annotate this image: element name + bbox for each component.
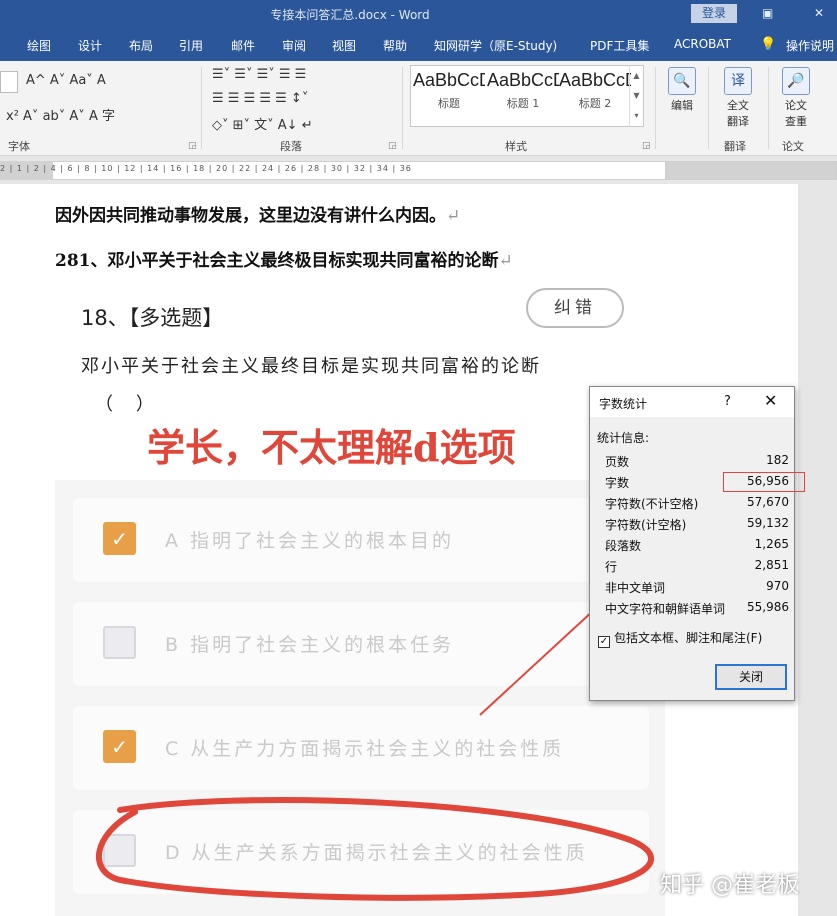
ribbon: A^ A˅ Aa˅ A x² A˅ ab˅ A˅ A 字 字体 ◲ ☰˅ ☰˅ …: [0, 61, 837, 156]
tab-pdf-tools[interactable]: PDF工具集: [590, 37, 649, 54]
checkbox-icon: [103, 626, 136, 659]
question-number: 18、【多选题】: [81, 306, 224, 330]
dialog-launcher-icon[interactable]: ◲: [388, 141, 397, 151]
tab-help[interactable]: 帮助: [383, 37, 407, 54]
stat-row: 字符数(不计空格) 57,670: [605, 495, 789, 511]
document-search-icon: 🔎: [782, 67, 810, 95]
stat-row: 行 2,851: [605, 558, 789, 574]
font-size-box[interactable]: [0, 71, 18, 93]
watermark: 知乎 @崔老板: [660, 873, 799, 898]
ribbon-divider: [201, 67, 202, 149]
para-row-2[interactable]: ☰ ☰ ☰ ☰ ☰ ↕˅: [212, 91, 308, 106]
document-heading[interactable]: 281、邓小平关于社会主义最终极目标实现共同富裕的论断↵: [55, 246, 513, 271]
translate-group-label: 翻译: [724, 140, 746, 153]
tab-estudy[interactable]: 知网研学（原E-Study): [434, 37, 557, 54]
document-paragraph[interactable]: 因外因共同推动事物发展，这里边没有讲什么内因。↵: [55, 201, 460, 226]
checkbox-icon[interactable]: ✓: [598, 636, 610, 648]
dialog-launcher-icon[interactable]: ◲: [642, 141, 651, 151]
tab-view[interactable]: 视图: [332, 37, 356, 54]
option-d: D 从生产关系方面揭示社会主义的社会性质: [73, 810, 649, 894]
tab-acrobat[interactable]: ACROBAT: [674, 37, 731, 51]
option-c: ✓ C 从生产力方面揭示社会主义的社会性质: [73, 706, 649, 790]
ribbon-divider: [768, 67, 769, 149]
question-stem: 邓小平关于社会主义最终目标是实现共同富裕的论断: [81, 356, 541, 377]
stat-row: 非中文单词 970: [605, 579, 789, 595]
style-title[interactable]: AaBbCcD 标题: [413, 70, 485, 122]
window-title: 专接本问答汇总.docx - Word: [270, 8, 430, 22]
ribbon-divider: [402, 67, 403, 149]
dialog-launcher-icon[interactable]: ◲: [188, 141, 197, 151]
answer-blank: （ ）: [95, 394, 154, 415]
include-textboxes-checkbox[interactable]: ✓ 包括文本框、脚注和尾注(F): [598, 629, 762, 648]
stat-row: 字符数(计空格) 59,132: [605, 516, 789, 532]
close-window-icon[interactable]: ✕: [814, 6, 824, 20]
checkbox-icon: [103, 834, 136, 867]
title-bar: 专接本问答汇总.docx - Word 登录 ▣ ✕: [0, 0, 837, 28]
checked-checkbox-icon: ✓: [103, 730, 136, 763]
login-button[interactable]: 登录: [691, 4, 737, 23]
vertical-scrollbar[interactable]: [798, 184, 837, 916]
paper-group-label: 论文: [782, 140, 804, 153]
restore-icon[interactable]: ▣: [762, 6, 773, 20]
word-count-dialog: 字数统计 ? ✕ 统计信息: 页数 182 字数 56,956 字符数(不计空格) 5…: [589, 386, 795, 701]
full-translate-button[interactable]: 译 全文 翻译: [718, 67, 758, 129]
ribbon-tabs: 绘图 设计 布局 引用 邮件 审阅 视图 帮助 知网研学（原E-Study) P…: [0, 28, 837, 61]
styles-scroll-icon[interactable]: ▲ ▼ ▾: [629, 66, 643, 126]
font-row-2[interactable]: x² A˅ ab˅ A˅ A 字: [6, 105, 115, 124]
checked-checkbox-icon: ✓: [103, 522, 136, 555]
statistics-heading: 统计信息:: [597, 431, 650, 445]
translate-icon: 译: [724, 67, 752, 95]
search-icon: 🔍: [668, 67, 696, 95]
tab-references[interactable]: 引用: [179, 37, 203, 54]
tab-design[interactable]: 设计: [78, 37, 102, 54]
horizontal-ruler[interactable]: 2 | 1 | 2 | 4 | 6 | 8 | 10 | 12 | 14 | 1…: [0, 157, 837, 184]
close-dialog-button[interactable]: 关闭: [715, 664, 787, 690]
dialog-title-bar: 字数统计 ? ✕: [590, 387, 794, 417]
tab-layout[interactable]: 布局: [129, 37, 153, 54]
handwritten-annotation: 学长，不太理解d选项: [147, 425, 516, 470]
tab-tell-me[interactable]: 操作说明: [786, 37, 834, 54]
edit-button[interactable]: 🔍 编辑: [664, 67, 700, 113]
stat-row: 中文字符和朝鲜语单词 55,986: [605, 600, 789, 616]
tab-review[interactable]: 审阅: [282, 37, 306, 54]
report-error-button: 纠错: [526, 288, 624, 328]
style-heading-1[interactable]: AaBbCcD 标题 1: [487, 70, 559, 122]
option-b: B 指明了社会主义的根本任务: [73, 602, 649, 686]
style-heading-2[interactable]: AaBbCcD 标题 2: [559, 70, 631, 122]
styles-group-label: 样式: [505, 140, 527, 153]
paragraph-group-label: 段落: [280, 140, 302, 153]
close-icon[interactable]: ✕: [764, 391, 777, 410]
para-row-3[interactable]: ◇˅ ⊞˅ 文˅ A↓ ↵: [212, 114, 313, 133]
font-group-label: 字体: [8, 140, 30, 153]
tab-draw[interactable]: 绘图: [27, 37, 51, 54]
dialog-title: 字数统计: [599, 397, 648, 411]
help-icon[interactable]: ?: [724, 394, 731, 409]
para-row-1[interactable]: ☰˅ ☰˅ ☰˅ ☰ ☰: [212, 67, 306, 82]
tab-mailings[interactable]: 邮件: [231, 37, 255, 54]
plagiarism-check-button[interactable]: 🔎 论文 查重: [776, 67, 816, 129]
question-screenshot: 18、【多选题】 纠错 邓小平关于社会主义最终目标是实现共同富裕的论断 （ ） …: [55, 280, 665, 916]
stat-row: 段落数 1,265: [605, 537, 789, 553]
styles-gallery[interactable]: AaBbCcD 标题 AaBbCcD 标题 1 AaBbCcD 标题 2 ▲ ▼ ▾: [410, 65, 644, 127]
ribbon-divider: [655, 67, 656, 149]
options-list: ✓ A 指明了社会主义的根本目的 B 指明了社会主义的根本任务 ✓ C 从生产力…: [55, 480, 665, 916]
ribbon-divider: [708, 67, 709, 149]
ruler-numbers: 2 | 1 | 2 | 4 | 6 | 8 | 10 | 12 | 14 | 1…: [0, 164, 412, 173]
stat-row: 页数 182: [605, 453, 789, 469]
option-a: ✓ A 指明了社会主义的根本目的: [73, 498, 649, 582]
font-row-1[interactable]: A^ A˅ Aa˅ A: [26, 73, 106, 88]
lightbulb-icon[interactable]: 💡: [760, 37, 776, 52]
red-highlight-box: [723, 472, 805, 492]
